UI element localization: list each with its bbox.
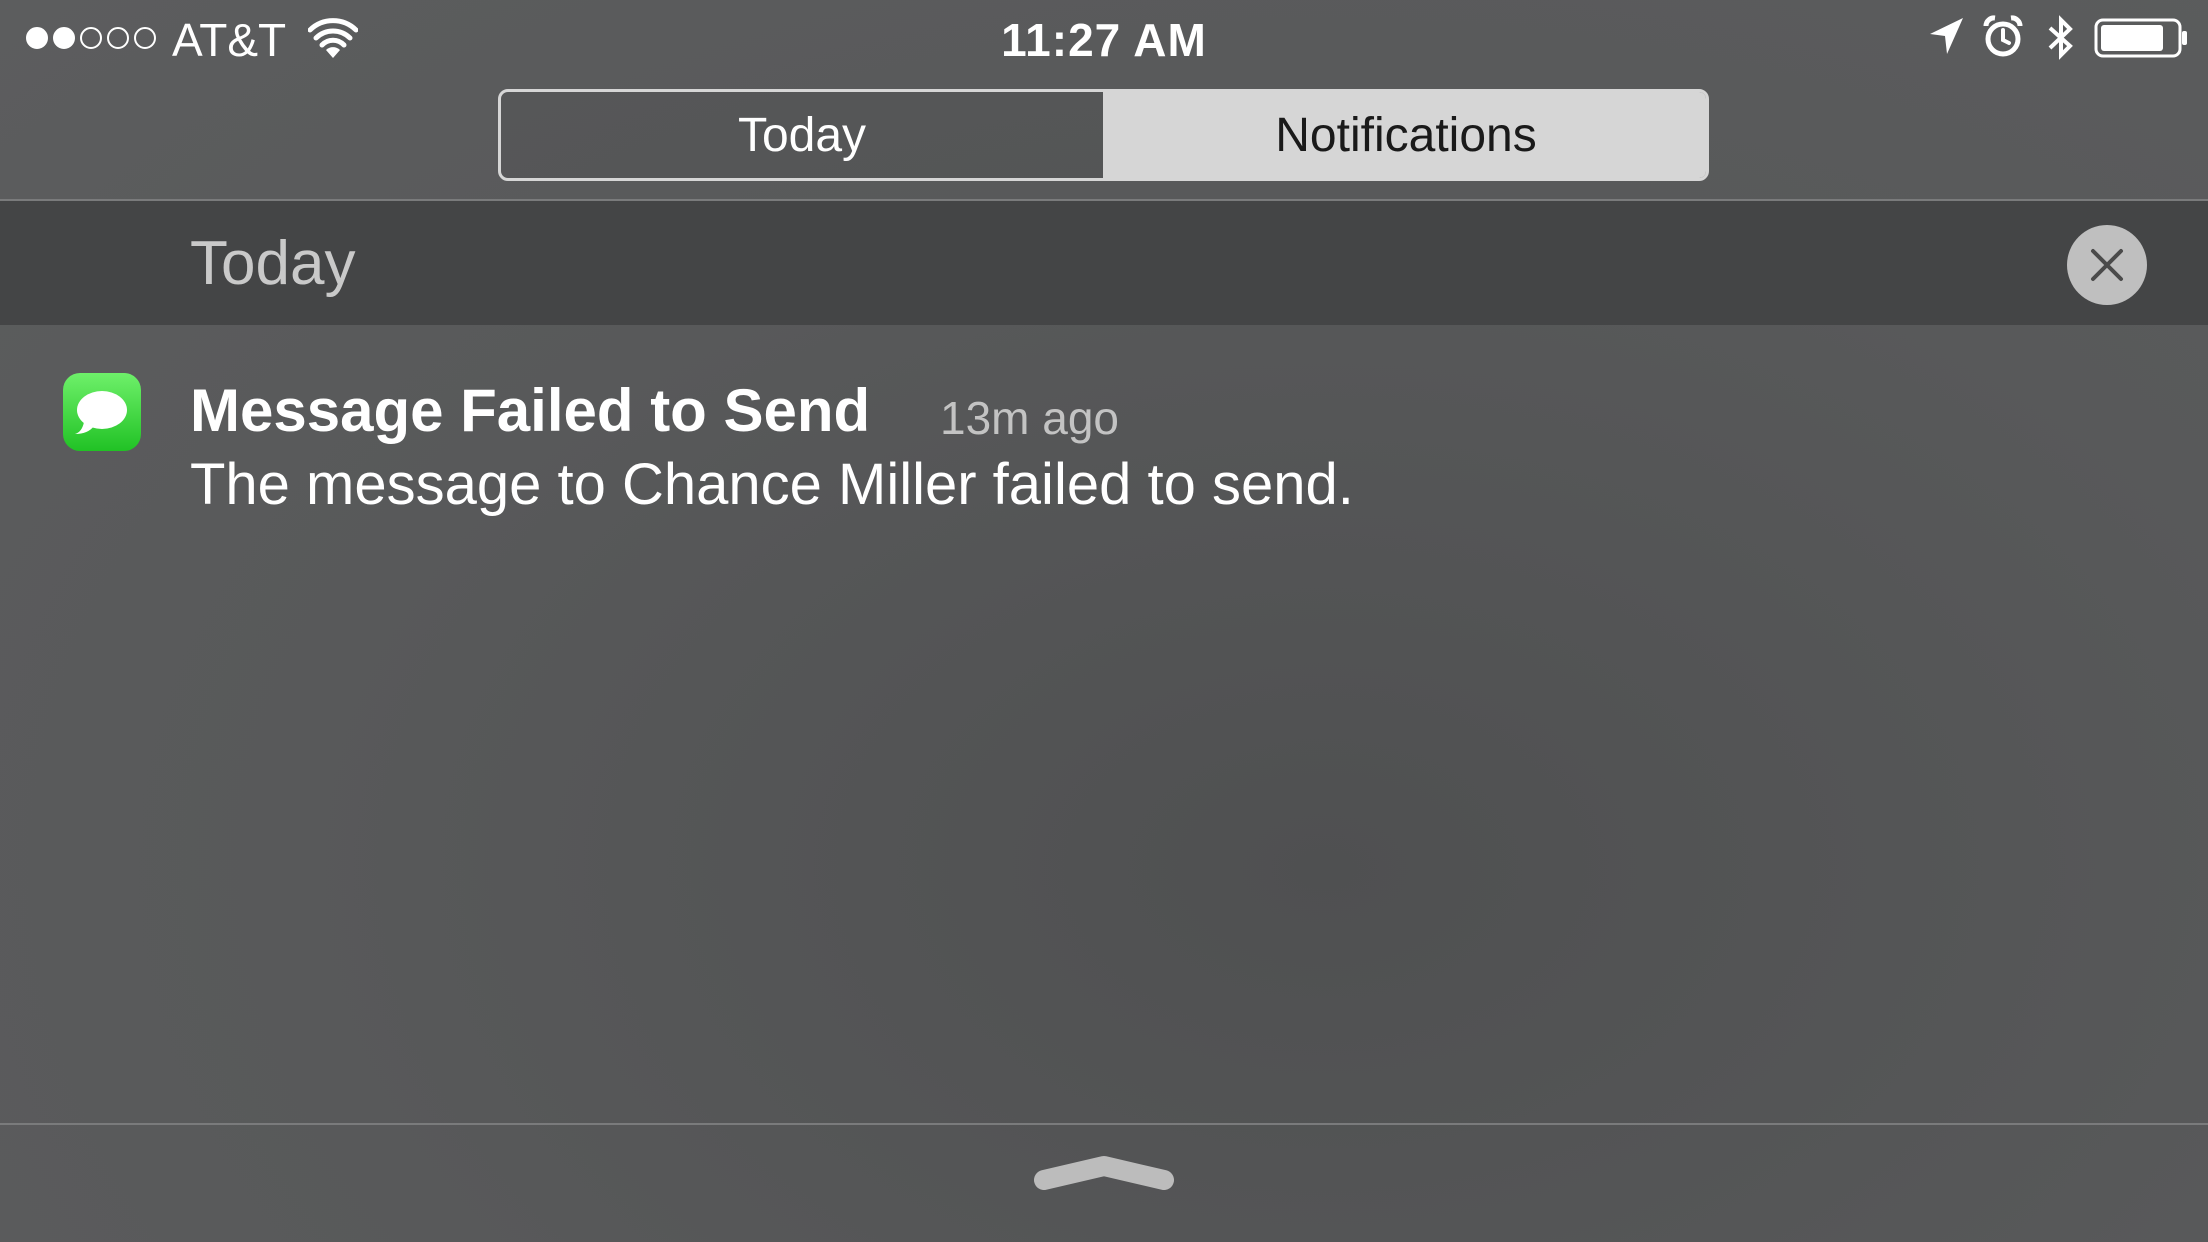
notification-time: 13m ago [940,392,1120,444]
alarm-clock-icon [1983,15,2023,57]
status-time: 11:27 AM [1001,14,1207,66]
location-arrow-icon [1930,18,1963,54]
notification-item[interactable]: Message Failed to Send 13m ago The messa… [0,325,2208,575]
notification-title: Message Failed to Send [190,377,871,444]
grabber-handle-icon[interactable] [1034,1152,1174,1196]
view-segmented-control: Today Notifications [498,89,1709,181]
status-bar: AT&T 11:27 AM [0,0,2208,80]
status-icons [1926,14,2187,66]
battery-icon [2094,18,2187,58]
section-header: Today [0,201,2208,325]
notification-center: AT&T 11:27 AM Today Notifications Today … [0,0,2208,1242]
notification-body: The message to Chance Miller failed to s… [190,452,1354,517]
section-title: Today [190,229,356,298]
messages-icon [63,373,141,451]
tab-today[interactable]: Today [501,92,1106,178]
bluetooth-icon [2048,15,2073,60]
close-icon [2091,249,2123,281]
divider [0,1123,2208,1125]
tab-notifications[interactable]: Notifications [1106,92,1706,178]
clear-notifications-button[interactable] [2067,225,2147,305]
